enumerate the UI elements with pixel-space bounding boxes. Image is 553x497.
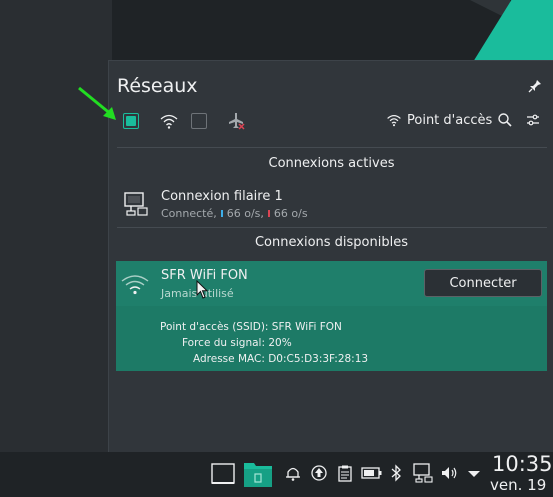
desktop-accent-shape: [473, 0, 553, 62]
desktop-background-panel: [0, 0, 112, 452]
bluetooth-icon[interactable]: [389, 464, 403, 482]
file-manager-icon[interactable]: [242, 459, 274, 489]
hotspot-wifi-icon: [387, 115, 401, 127]
battery-icon[interactable]: [361, 464, 383, 482]
updates-icon[interactable]: [310, 464, 328, 482]
connection-status: Connecté,: [161, 207, 217, 220]
checkbox-checked-indicator: [126, 116, 136, 126]
search-icon[interactable]: [497, 112, 513, 128]
wifi-icon: [160, 114, 178, 129]
volume-icon[interactable]: [440, 464, 458, 482]
available-connection-item[interactable]: SFR WiFi FON Jamais utilisé Connecter Po…: [116, 261, 547, 371]
separator: [117, 227, 547, 228]
network-popup: Réseaux Point d'accès Connexions actives…: [108, 60, 553, 453]
airplane-mode-icon[interactable]: [226, 111, 246, 131]
hotspot-label: Point d'accès: [407, 112, 493, 128]
upload-indicator: [220, 210, 223, 217]
active-connection-item[interactable]: Connexion filaire 1 Connecté, 66 o/s, 66…: [117, 183, 547, 225]
available-connections-header: Connexions disponibles: [254, 235, 408, 250]
connection-name: Connexion filaire 1: [161, 189, 283, 204]
enable-wired-checkbox[interactable]: [123, 113, 139, 129]
hotspot-button[interactable]: Point d'accès: [386, 112, 492, 128]
detail-mac-label: Adresse MAC:: [193, 353, 265, 365]
detail-ssid-label: Point d'accès (SSID):: [160, 321, 269, 333]
detail-signal-value: 20%: [268, 337, 292, 349]
show-desktop-icon[interactable]: [210, 462, 236, 486]
expand-tray-chevron-icon[interactable]: [466, 464, 482, 482]
network-tray-icon[interactable]: [412, 462, 434, 484]
connect-button[interactable]: Connecter: [424, 269, 542, 297]
active-connections-header: Connexions actives: [268, 156, 395, 171]
detail-signal-label: Force du signal:: [182, 337, 266, 349]
annotation-arrow-icon: [78, 86, 116, 120]
detail-ssid-value: SFR WiFi FON: [271, 321, 342, 333]
connection-status-line: Connecté, 66 o/s, 66 o/s: [161, 207, 308, 220]
mouse-cursor-icon: [196, 280, 209, 299]
clock-time[interactable]: 10:35: [492, 452, 553, 476]
detail-ssid: Point d'accès (SSID): SFR WiFi FON: [160, 321, 342, 333]
detail-mac-value: D0:C5:D3:3F:28:13: [268, 353, 369, 365]
wifi-signal-icon: [121, 275, 149, 295]
settings-sliders-icon[interactable]: [525, 112, 541, 128]
upload-speed: 66 o/s,: [226, 207, 264, 220]
wired-network-icon: [124, 192, 148, 216]
popup-title: Réseaux: [117, 75, 198, 97]
detail-signal: Force du signal: 20%: [182, 337, 292, 349]
detail-mac: Adresse MAC: D0:C5:D3:3F:28:13: [193, 353, 368, 365]
download-speed: 66 o/s: [273, 207, 308, 220]
download-indicator: [267, 210, 270, 217]
clipboard-icon[interactable]: [336, 464, 354, 482]
separator: [117, 147, 547, 148]
pin-icon[interactable]: [528, 79, 542, 93]
clock-date[interactable]: ven. 19: [490, 476, 546, 494]
enable-wifi-checkbox[interactable]: [191, 113, 207, 129]
notifications-bell-icon[interactable]: [284, 464, 302, 482]
